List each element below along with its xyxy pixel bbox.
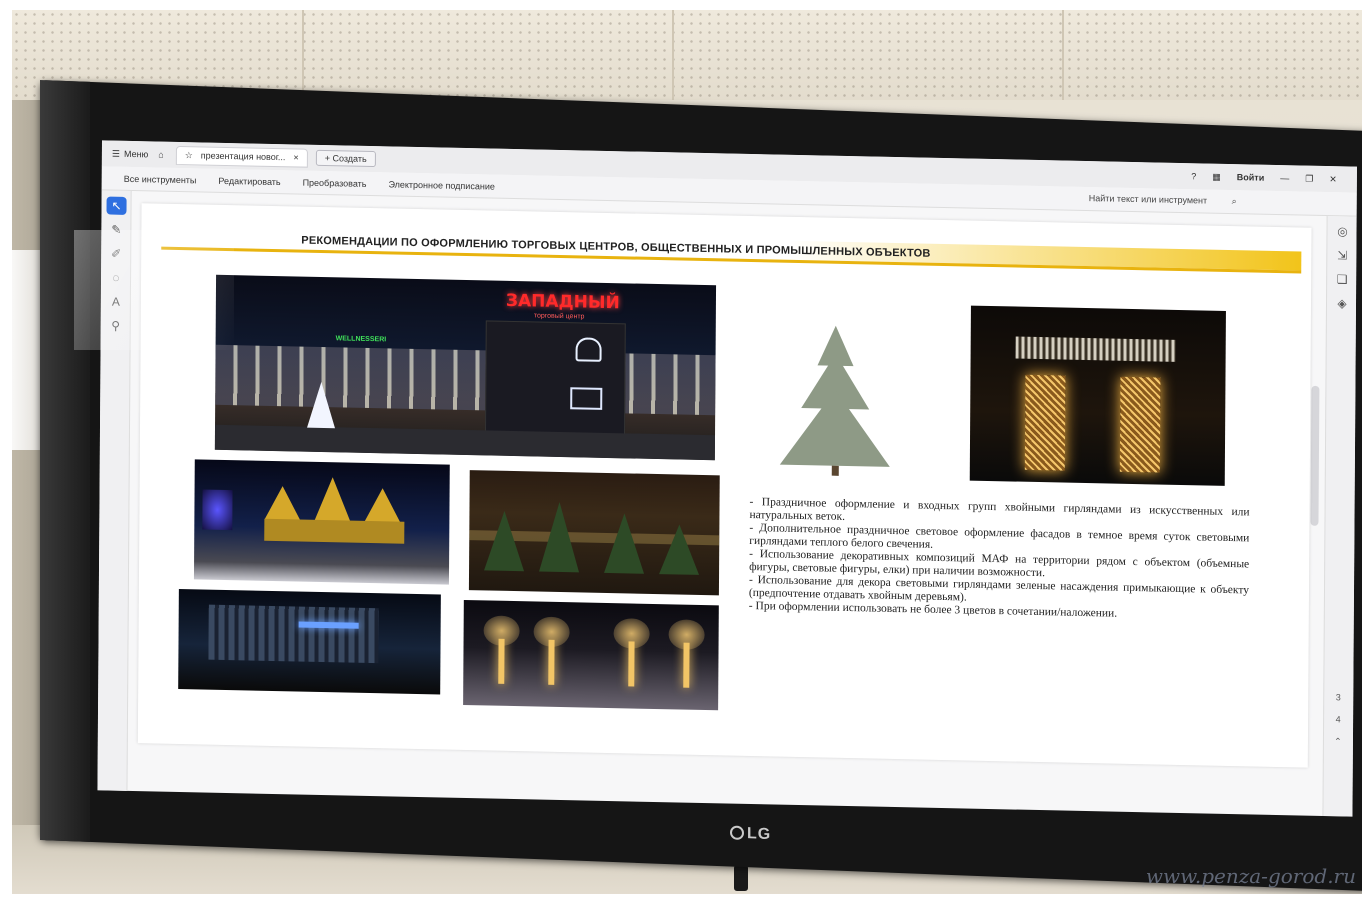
comments-panel-icon[interactable]: ◎ (1332, 222, 1352, 240)
fir-tree (659, 524, 700, 575)
gift-light-figure (570, 387, 603, 410)
document-tab[interactable]: ☆ презентация новог... × (175, 145, 308, 168)
fir-tree (484, 510, 525, 572)
maximize-button[interactable]: ❐ (1305, 173, 1313, 184)
lit-firs-photo (468, 470, 720, 596)
photo: LG ☰ Меню ⌂ ☆ презентация новог... × + Со… (12, 10, 1362, 894)
mall-subtitle: торговый центр (533, 312, 585, 321)
tab-title: презентация новог... (200, 149, 286, 162)
home-icon: ⌂ (158, 149, 164, 160)
search-placeholder: Найти текст или инструмент (1088, 193, 1208, 206)
menu-convert[interactable]: Преобразовать (303, 177, 367, 188)
mall-tower (484, 320, 626, 444)
minimize-button[interactable]: — (1280, 173, 1289, 183)
tv-sensor (734, 865, 748, 891)
building-base (264, 518, 405, 544)
lit-trunk (498, 638, 505, 684)
illuminated-building-photo (193, 459, 450, 585)
page-number[interactable]: 4 (1327, 708, 1349, 730)
help-icon[interactable]: ? (1191, 171, 1196, 181)
home-button[interactable]: ⌂ (158, 150, 164, 160)
slide-page: РЕКОМЕНДАЦИИ ПО ОФОРМЛЕНИЮ ТОРГОВЫХ ЦЕНТ… (137, 203, 1312, 768)
create-button[interactable]: + Создать (315, 149, 376, 168)
lit-alley-photo (463, 599, 719, 711)
pages-icon[interactable]: ❏ (1332, 270, 1352, 288)
slide-title: РЕКОМЕНДАЦИИ ПО ОФОРМЛЕНИЮ ТОРГОВЫХ ЦЕНТ… (301, 234, 931, 260)
tv-monitor: LG ☰ Меню ⌂ ☆ презентация новог... × + Со… (40, 80, 1362, 892)
store-sign: WELLNESSERI (335, 335, 387, 344)
mall-photo: ЗАПАДНЫЙ торговый центр WELLNESSERI (214, 274, 717, 461)
christmas-tree-photo (759, 316, 911, 480)
titlebar-right: ? ▦ Войти — ❐ ✕ (1191, 171, 1337, 185)
lg-logo-icon (730, 825, 744, 841)
layers-icon[interactable]: ◈ (1332, 294, 1352, 312)
garland-column (1119, 376, 1161, 473)
menu-edit[interactable]: Редактировать (218, 175, 280, 186)
garland-column (1024, 374, 1066, 471)
menu-button[interactable]: ☰ Меню (112, 148, 148, 160)
slide-header-bar: РЕКОМЕНДАЦИИ ПО ОФОРМЛЕНИЮ ТОРГОВЫХ ЦЕНТ… (161, 227, 1302, 274)
signin-button[interactable]: Войти (1237, 172, 1265, 183)
ceiling-seam (302, 10, 304, 100)
menu-esign[interactable]: Электронное подписание (388, 179, 494, 191)
office-building (208, 604, 379, 664)
tv-brand-text: LG (747, 825, 772, 844)
tv-left-bezel (40, 80, 90, 842)
blue-light (202, 489, 233, 531)
page-numbers: 3 4 ⌃ (1327, 686, 1349, 752)
roof-spire (314, 476, 351, 522)
watermark: www.penza-gorod.ru (1145, 864, 1356, 888)
tv-screen: ☰ Меню ⌂ ☆ презентация новог... × + Созда… (97, 140, 1357, 817)
fir-tree (604, 512, 645, 574)
tree-trunk (831, 465, 839, 476)
ceiling-seam (1062, 10, 1064, 100)
blue-light-strip (298, 621, 359, 629)
ceiling-seam (672, 10, 674, 100)
menu-all-tools[interactable]: Все инструменты (124, 173, 197, 185)
select-tool-icon[interactable]: ↖ (106, 196, 127, 215)
right-toolbar: ◎ ⇲ ❏ ◈ 3 4 ⌃ (1322, 216, 1357, 817)
menu-label: Меню (123, 148, 149, 160)
lit-trunk (628, 641, 635, 687)
night-building-photo (178, 589, 441, 695)
tv-brand-logo: LG (730, 825, 771, 845)
fir-tree (539, 501, 580, 573)
tree-layer (779, 388, 891, 467)
bell-light-figure (575, 337, 602, 362)
light-tree (307, 381, 336, 429)
mall-facade (215, 344, 716, 416)
roof-spire (264, 485, 301, 521)
star-icon: ☆ (184, 149, 193, 160)
tab-close-button[interactable]: × (293, 152, 298, 163)
roof-spire (364, 487, 401, 523)
search-icon: ⌕ (1231, 196, 1237, 207)
entrance-garland-photo (969, 305, 1226, 486)
export-icon[interactable]: ⇲ (1332, 246, 1352, 264)
mall-sign: ЗАПАДНЫЙ (505, 290, 620, 314)
scrollbar[interactable] (1310, 385, 1320, 526)
apps-grid-icon[interactable]: ▦ (1212, 171, 1221, 182)
garland-arch (1015, 336, 1176, 362)
close-window-button[interactable]: ✕ (1329, 174, 1337, 185)
lit-trunk (683, 642, 690, 688)
page-number[interactable]: 3 (1327, 686, 1349, 708)
chevron-up-icon[interactable]: ⌃ (1327, 730, 1349, 752)
lit-trunk (548, 639, 555, 685)
hamburger-icon: ☰ (111, 148, 121, 159)
mall-ground (214, 424, 716, 461)
search-tools[interactable]: Найти текст или инструмент ⌕ (1067, 193, 1237, 208)
screen-glare (74, 230, 234, 350)
recommendations-text: - Праздничное оформление и входных групп… (749, 496, 1250, 623)
